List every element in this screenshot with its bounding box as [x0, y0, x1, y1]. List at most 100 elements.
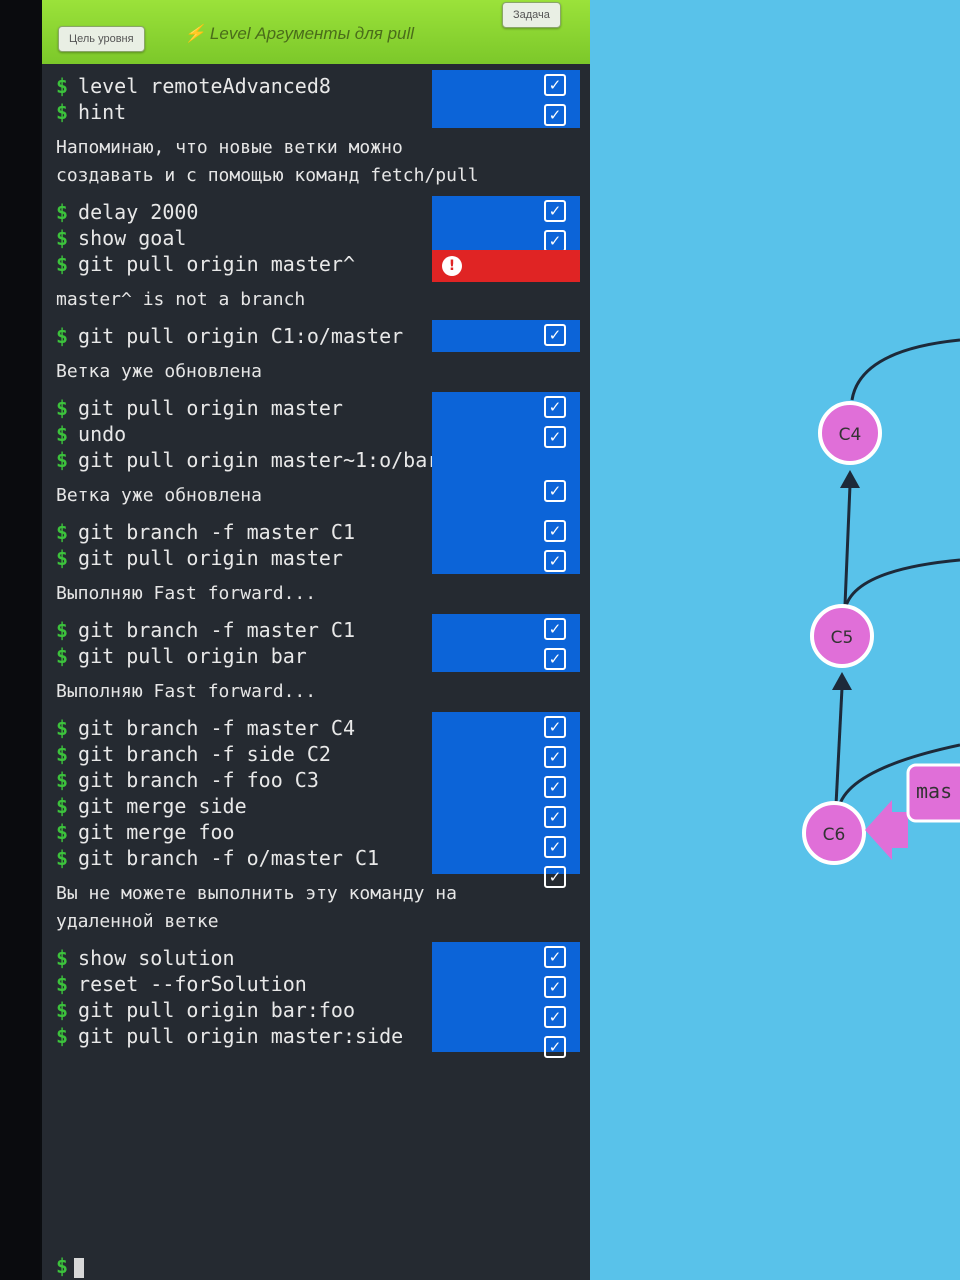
- command-text: git branch -f foo C3: [78, 768, 319, 792]
- checkbox-icon: ✓: [544, 74, 566, 96]
- prompt-dollar: $: [56, 422, 69, 446]
- command-text: hint: [78, 100, 127, 124]
- commit-label: C4: [839, 425, 862, 445]
- checkbox-icon: ✓: [544, 550, 566, 572]
- checkbox-icon: ✓: [544, 480, 566, 502]
- branch-label: mas: [916, 779, 952, 803]
- prompt-dollar: $: [56, 1254, 69, 1278]
- level-title-text: Level Аргументы для pull: [209, 24, 415, 43]
- command-text: git branch -f master C1: [78, 618, 355, 642]
- graph-edge: [843, 558, 960, 611]
- command-prompt[interactable]: $: [56, 1254, 85, 1278]
- command-log: $ level remoteAdvanced8 $ hint ✓ ✓ Напоминаю, …: [42, 70, 590, 1058]
- command-text: git merge foo: [78, 820, 235, 844]
- checkbox-icon: ✓: [544, 716, 566, 738]
- command-text: delay 2000: [78, 200, 199, 224]
- prompt-dollar: $: [56, 324, 69, 348]
- command-block: $ git pull origin C1:o/master ✓: [42, 320, 590, 352]
- commit-label: C5: [831, 628, 854, 648]
- output-block: Ветка уже обновлена: [56, 361, 262, 382]
- lightning-icon: ⚡: [184, 24, 206, 43]
- graph-edge: [850, 338, 960, 401]
- command-text: git pull origin master:side: [78, 1024, 404, 1048]
- command-text: git pull origin master~1:o/bar: [78, 448, 440, 472]
- command-block: $ git branch -f master C4 $ git branch -f s…: [42, 712, 590, 888]
- checkbox-icon: ✓: [544, 746, 566, 768]
- command-text: git merge side: [78, 794, 247, 818]
- commit-node-c4[interactable]: C4: [818, 401, 882, 465]
- command-block: $ git pull origin master $ undo $ git pull or…: [42, 392, 590, 476]
- command-text: git branch -f master C4: [78, 716, 355, 740]
- command-text: git branch -f side C2: [78, 742, 331, 766]
- checkbox-icon: ✓: [544, 200, 566, 222]
- prompt-dollar: $: [56, 200, 69, 224]
- edge-c5-c4: [843, 484, 852, 606]
- checkbox-icon: ✓: [544, 426, 566, 448]
- command-text: git pull origin master^: [78, 252, 355, 276]
- status-column: ✓ ✓!: [432, 196, 580, 282]
- branch-master-tag[interactable]: mas: [865, 763, 960, 860]
- prompt-dollar: $: [56, 768, 69, 792]
- prompt-dollar: $: [56, 794, 69, 818]
- prompt-dollar: $: [56, 546, 69, 570]
- output-block: master^ is not a branch: [56, 289, 306, 310]
- status-column: ✓ ✓: [432, 516, 580, 574]
- prompt-dollar: $: [56, 846, 69, 870]
- command-block: $ delay 2000 $ show goal $ git pull origin ma…: [42, 196, 590, 282]
- command-text: undo: [78, 422, 127, 446]
- command-block: $ level remoteAdvanced8 $ hint ✓ ✓: [42, 70, 590, 128]
- prompt-dollar: $: [56, 100, 69, 124]
- command-text: git pull origin master: [78, 546, 343, 570]
- command-text: reset --forSolution: [78, 972, 307, 996]
- prompt-dollar: $: [56, 820, 69, 844]
- command-terminal-panel: Цель уровня ⚡ Level Аргументы для pull З…: [42, 0, 590, 1280]
- command-block: $ git branch -f master C1 $ git pull origin…: [42, 516, 590, 574]
- checkbox-icon: ✓: [544, 1006, 566, 1028]
- command-text: git branch -f master C1: [78, 520, 355, 544]
- command-text: show solution: [78, 946, 235, 970]
- prompt-dollar: $: [56, 74, 69, 98]
- branch-arrow-icon: [865, 800, 908, 860]
- monitor-bezel: [0, 0, 40, 1280]
- prompt-dollar: $: [56, 716, 69, 740]
- checkbox-icon: ✓: [544, 1036, 566, 1058]
- prompt-dollar: $: [56, 946, 69, 970]
- prompt-dollar: $: [56, 972, 69, 996]
- commit-node-c5[interactable]: C5: [810, 604, 874, 668]
- command-text: level remoteAdvanced8: [78, 74, 331, 98]
- checkbox-icon: ✓: [544, 104, 566, 126]
- command-text: git pull origin bar:foo: [78, 998, 355, 1022]
- git-visualization: C4 C5 C6 mas: [590, 0, 960, 1280]
- checkbox-icon: ✓: [544, 836, 566, 858]
- status-column: ✓ ✓: [432, 614, 580, 672]
- status-column: ✓ ✓: [432, 392, 580, 476]
- command-text: show goal: [78, 226, 187, 250]
- commit-node-c6[interactable]: C6: [802, 801, 866, 865]
- checkbox-icon: ✓: [544, 618, 566, 640]
- commit-graph: C4 C5 C6 mas: [802, 338, 960, 865]
- prompt-dollar: $: [56, 396, 69, 420]
- command-block: $ git branch -f master C1 $ git pull origin…: [42, 614, 590, 672]
- status-column: ✓ ✓: [432, 70, 580, 128]
- status-column: ✓ ✓ ✓ ✓: [432, 942, 580, 1058]
- prompt-dollar: $: [56, 448, 69, 472]
- checkbox-icon: ✓: [544, 946, 566, 968]
- goal-button[interactable]: Цель уровня: [58, 26, 145, 52]
- prompt-dollar: $: [56, 998, 69, 1022]
- checkbox-icon: ✓: [544, 230, 566, 252]
- level-header: Цель уровня ⚡ Level Аргументы для pull З…: [42, 0, 590, 64]
- edge-c6-c5: [834, 687, 844, 806]
- checkbox-icon: ✓: [544, 976, 566, 998]
- command-text: git pull origin C1:o/master: [78, 324, 404, 348]
- command-text: git pull origin master: [78, 396, 343, 420]
- prompt-dollar: $: [56, 1024, 69, 1048]
- level-title: ⚡ Level Аргументы для pull: [184, 24, 414, 44]
- arrowhead-icon: [840, 470, 860, 488]
- checkbox-icon: ✓: [544, 324, 566, 346]
- status-column: ✓: [432, 320, 580, 352]
- output-block: Вы не можете выполнить эту команду на уд…: [56, 883, 457, 932]
- prompt-dollar: $: [56, 252, 69, 276]
- commit-label: C6: [823, 825, 846, 845]
- task-button[interactable]: Задача: [502, 2, 561, 28]
- checkbox-icon: ✓: [544, 648, 566, 670]
